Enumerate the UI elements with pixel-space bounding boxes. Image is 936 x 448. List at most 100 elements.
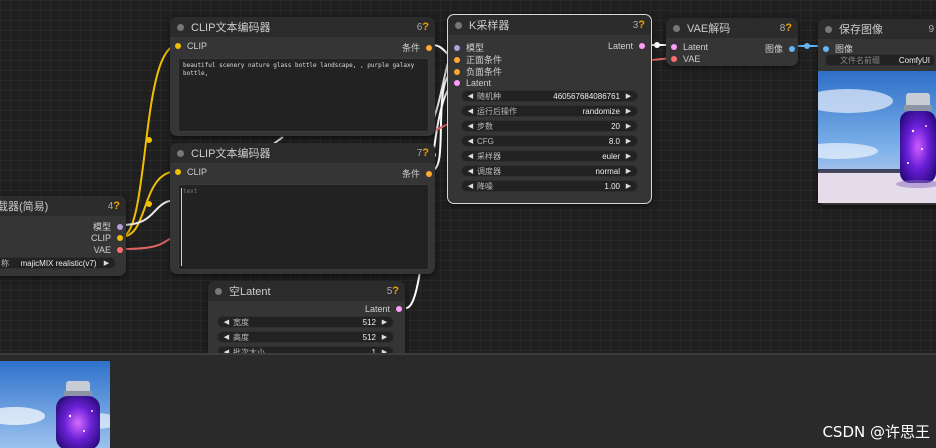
node-header[interactable]: 保存图像 9 (818, 19, 936, 39)
increment-arrow-icon[interactable]: ▶ (624, 92, 633, 100)
widget-value: 512 (362, 317, 376, 327)
decrement-arrow-icon[interactable]: ◀ (466, 107, 475, 115)
slot-dot-icon[interactable] (454, 44, 460, 51)
collapse-dot-icon[interactable] (673, 24, 680, 32)
bottle-image (818, 71, 936, 203)
widget-width[interactable]: ◀ 宽度 512 ▶ (217, 316, 394, 328)
slot-dot-icon[interactable] (454, 68, 460, 75)
slot-dot-icon[interactable] (396, 306, 402, 312)
prompt-textarea[interactable]: text (178, 184, 429, 270)
slot-label: CLIP (187, 41, 208, 51)
output-slot-vae[interactable]: VAE (94, 245, 123, 255)
widget-denoise[interactable]: ◀ 降噪 1.00 ▶ (461, 180, 638, 192)
slot-dot-icon[interactable] (426, 170, 432, 177)
collapse-dot-icon[interactable] (177, 149, 184, 157)
output-slot-image[interactable]: 图像 (765, 42, 795, 55)
slot-dot-icon[interactable] (823, 45, 829, 52)
history-thumbnail[interactable] (0, 361, 110, 448)
prompt-textarea[interactable]: beautiful scenery nature glass bottle la… (178, 58, 429, 132)
node-header[interactable]: K采样器 3? (448, 15, 651, 35)
decrement-arrow-icon[interactable]: ◀ (466, 122, 475, 130)
collapse-dot-icon[interactable] (177, 23, 184, 31)
node-ksampler[interactable]: K采样器 3? 模型 正面条件 负面条件 Latent Latent ◀ 随机种… (447, 14, 652, 204)
slot-dot-icon[interactable] (454, 80, 460, 86)
node-header[interactable]: CLIP文本编码器 6? (170, 17, 435, 37)
slot-label: 图像 (764, 44, 783, 54)
node-clip-text-encode-negative[interactable]: CLIP文本编码器 7? CLIP 条件 text (170, 143, 435, 274)
input-slot-negative[interactable]: 负面条件 (454, 65, 502, 78)
widget-label: 采样器 (477, 151, 501, 161)
slot-dot-icon[interactable] (175, 43, 181, 49)
collapse-dot-icon[interactable] (825, 25, 832, 33)
output-slot-conditioning[interactable]: 条件 (402, 41, 432, 54)
increment-arrow-icon[interactable]: ▶ (380, 318, 389, 326)
node-badge-icon: ? (638, 19, 645, 31)
increment-arrow-icon[interactable]: ▶ (624, 182, 633, 190)
slot-dot-icon[interactable] (117, 223, 123, 230)
widget-sampler[interactable]: ◀ 采样器 euler ▶ (461, 150, 638, 162)
slot-dot-icon[interactable] (175, 169, 181, 175)
node-empty-latent[interactable]: 空Latent 5? Latent ◀ 宽度 512 ▶ ◀ 高度 512 ▶ … (208, 281, 405, 361)
slot-dot-icon[interactable] (426, 44, 432, 51)
node-title: VAE解码 (687, 23, 731, 35)
decrement-arrow-icon[interactable]: ◀ (466, 92, 475, 100)
output-slot-conditioning[interactable]: 条件 (402, 167, 432, 180)
slot-dot-icon[interactable] (117, 247, 123, 253)
widget-value: 8.0 (608, 136, 620, 146)
node-title: CLIP文本编码器 (191, 22, 271, 34)
node-header[interactable]: 载器(简易) 4? (0, 196, 126, 216)
input-slot-clip[interactable]: CLIP (175, 167, 207, 177)
output-preview-image[interactable] (818, 71, 936, 203)
decrement-arrow-icon[interactable]: ◀ (222, 333, 231, 341)
decrement-arrow-icon[interactable]: ◀ (466, 182, 475, 190)
output-slot-clip[interactable]: CLIP (91, 233, 123, 243)
slot-dot-icon[interactable] (789, 45, 795, 52)
node-clip-text-encode-positive[interactable]: CLIP文本编码器 6? CLIP 条件 beautiful scenery n… (170, 17, 435, 136)
widget-checkpoint-name[interactable]: 称 majicMIX realistic(v7) ▶ (0, 257, 116, 269)
collapse-dot-icon[interactable] (455, 21, 462, 29)
widget-seed[interactable]: ◀ 随机种 460567684086761 ▶ (461, 90, 638, 102)
increment-arrow-icon[interactable]: ▶ (102, 259, 111, 267)
history-panel (0, 353, 936, 448)
widget-filename-prefix[interactable]: 文件名前缀 ComfyUI (825, 54, 935, 66)
widget-height[interactable]: ◀ 高度 512 ▶ (217, 331, 394, 343)
input-slot-latent[interactable]: Latent (671, 42, 708, 52)
widget-scheduler[interactable]: ◀ 调度器 normal ▶ (461, 165, 638, 177)
increment-arrow-icon[interactable]: ▶ (624, 137, 633, 145)
collapse-dot-icon[interactable] (215, 287, 222, 295)
widget-value: ComfyUI (898, 55, 930, 65)
widget-cfg[interactable]: ◀ CFG 8.0 ▶ (461, 135, 638, 147)
widget-value: euler (602, 151, 620, 161)
slot-dot-icon[interactable] (671, 56, 677, 62)
decrement-arrow-icon[interactable]: ◀ (466, 152, 475, 160)
node-save-image[interactable]: 保存图像 9 图像 文件名前缀 ComfyUI (818, 19, 936, 205)
input-slot-clip[interactable]: CLIP (175, 41, 207, 51)
node-header[interactable]: VAE解码 8? (666, 18, 798, 38)
widget-label: 运行后操作 (477, 106, 517, 116)
node-vae-decode[interactable]: VAE解码 8? Latent VAE 图像 (666, 18, 798, 66)
slot-dot-icon[interactable] (454, 56, 460, 63)
increment-arrow-icon[interactable]: ▶ (624, 152, 633, 160)
input-slot-vae[interactable]: VAE (671, 54, 700, 64)
decrement-arrow-icon[interactable]: ◀ (222, 318, 231, 326)
slot-dot-icon[interactable] (671, 44, 677, 50)
increment-arrow-icon[interactable]: ▶ (380, 333, 389, 341)
widget-label: 称 (1, 258, 9, 268)
slot-dot-icon[interactable] (639, 43, 645, 49)
output-slot-latent[interactable]: Latent (365, 304, 402, 314)
increment-arrow-icon[interactable]: ▶ (624, 122, 633, 130)
decrement-arrow-icon[interactable]: ◀ (466, 137, 475, 145)
input-slot-latent[interactable]: Latent (454, 78, 491, 88)
node-header[interactable]: CLIP文本编码器 7? (170, 143, 435, 163)
node-header[interactable]: 空Latent 5? (208, 281, 405, 301)
slot-dot-icon[interactable] (117, 235, 123, 241)
widget-control-after-generate[interactable]: ◀ 运行后操作 randomize ▶ (461, 105, 638, 117)
output-slot-model[interactable]: 模型 (93, 220, 123, 233)
widget-steps[interactable]: ◀ 步数 20 ▶ (461, 120, 638, 132)
output-slot-latent[interactable]: Latent (608, 41, 645, 51)
increment-arrow-icon[interactable]: ▶ (624, 107, 633, 115)
increment-arrow-icon[interactable]: ▶ (624, 167, 633, 175)
node-checkpoint-loader[interactable]: 载器(简易) 4? 模型 CLIP VAE 称 majicMIX realist… (0, 196, 126, 276)
decrement-arrow-icon[interactable]: ◀ (466, 167, 475, 175)
node-title: 载器(简易) (0, 201, 49, 213)
